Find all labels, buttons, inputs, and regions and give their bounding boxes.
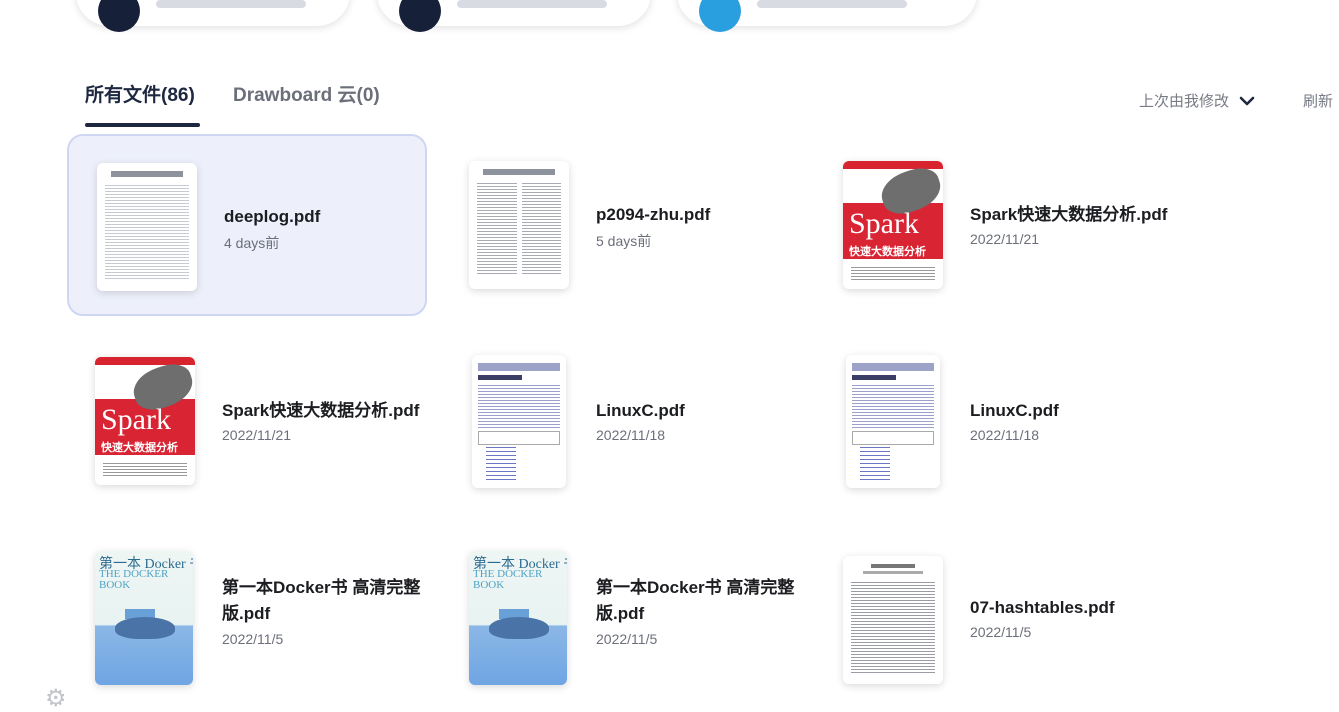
file-name: 07-hashtables.pdf	[970, 598, 1115, 617]
tab-all-files[interactable]: 所有文件(86)	[85, 80, 195, 119]
action-icon	[399, 0, 441, 32]
refresh-button[interactable]: 刷新	[1303, 90, 1333, 111]
file-item[interactable]: 07-hashtables.pdf 2022/11/5	[815, 527, 1175, 709]
file-item[interactable]: deeplog.pdf 4 days前	[67, 134, 427, 316]
file-name: LinuxC.pdf	[596, 401, 685, 420]
file-thumbnail	[97, 163, 197, 291]
file-thumbnail	[472, 355, 566, 488]
action-icon	[699, 0, 741, 32]
docker-cover-subtitle: THE DOCKER BOOK	[99, 568, 169, 591]
sort-label: 上次由我修改	[1139, 93, 1230, 110]
file-item[interactable]: LinuxC.pdf 2022/11/18	[441, 330, 801, 512]
file-item[interactable]: 第一本 Docker 书 THE DOCKER BOOK 第一本Docker书 …	[441, 527, 801, 709]
file-name: deeplog.pdf	[224, 207, 321, 226]
chevron-down-icon	[1239, 96, 1255, 105]
file-name: Spark快速大数据分析.pdf	[222, 401, 420, 420]
top-action-card-2[interactable]	[377, 0, 651, 32]
file-item[interactable]: Spark 快速大数据分析 Spark快速大数据分析.pdf 2022/11/2…	[67, 330, 427, 512]
file-date: 2022/11/21	[970, 231, 1040, 247]
linux-cover-title	[852, 375, 896, 380]
file-name: Spark快速大数据分析.pdf	[970, 205, 1168, 224]
tab-drawboard-cloud[interactable]: Drawboard 云(0)	[233, 80, 380, 119]
top-action-card-1[interactable]	[76, 0, 350, 32]
spark-cover-word: Spark	[849, 207, 919, 240]
file-date: 5 days前	[596, 233, 652, 249]
file-thumbnail	[843, 556, 943, 684]
file-item[interactable]: LinuxC.pdf 2022/11/18	[815, 330, 1175, 512]
file-date: 2022/11/5	[596, 631, 658, 647]
file-name: p2094-zhu.pdf	[596, 205, 711, 224]
linux-cover-title	[478, 375, 522, 380]
action-icon	[98, 0, 140, 32]
spark-cover-word: Spark	[101, 403, 171, 436]
file-date: 2022/11/5	[222, 631, 284, 647]
top-action-card-3[interactable]	[677, 0, 977, 32]
action-label	[156, 0, 306, 8]
file-name: LinuxC.pdf	[970, 401, 1059, 420]
file-item[interactable]: p2094-zhu.pdf 5 days前	[441, 134, 801, 316]
file-date: 2022/11/21	[222, 427, 292, 443]
gear-icon[interactable]: ⚙	[45, 687, 67, 711]
spark-cover-title: 快速大数据分析	[849, 246, 926, 258]
file-thumbnail	[846, 355, 940, 488]
file-date: 2022/11/18	[596, 427, 666, 443]
action-label	[757, 0, 907, 8]
sort-dropdown[interactable]: 上次由我修改	[1139, 90, 1255, 111]
file-date: 2022/11/18	[970, 427, 1040, 443]
file-date: 4 days前	[224, 235, 280, 251]
file-thumbnail: 第一本 Docker 书 THE DOCKER BOOK	[469, 551, 567, 685]
file-item[interactable]: Spark 快速大数据分析 Spark快速大数据分析.pdf 2022/11/2…	[815, 134, 1175, 316]
file-thumbnail: 第一本 Docker 书 THE DOCKER BOOK	[95, 551, 193, 685]
action-label	[457, 0, 607, 8]
file-thumbnail: Spark 快速大数据分析	[95, 357, 195, 485]
active-tab-indicator	[85, 123, 200, 127]
file-name: 第一本Docker书 高清完整版.pdf	[596, 578, 795, 623]
docker-cover-subtitle: THE DOCKER BOOK	[473, 568, 543, 591]
file-date: 2022/11/5	[970, 624, 1032, 640]
file-thumbnail	[469, 161, 569, 289]
spark-cover-title: 快速大数据分析	[101, 442, 178, 454]
file-name: 第一本Docker书 高清完整版.pdf	[222, 578, 421, 623]
file-thumbnail: Spark 快速大数据分析	[843, 161, 943, 289]
file-item[interactable]: 第一本 Docker 书 THE DOCKER BOOK 第一本Docker书 …	[67, 527, 427, 709]
